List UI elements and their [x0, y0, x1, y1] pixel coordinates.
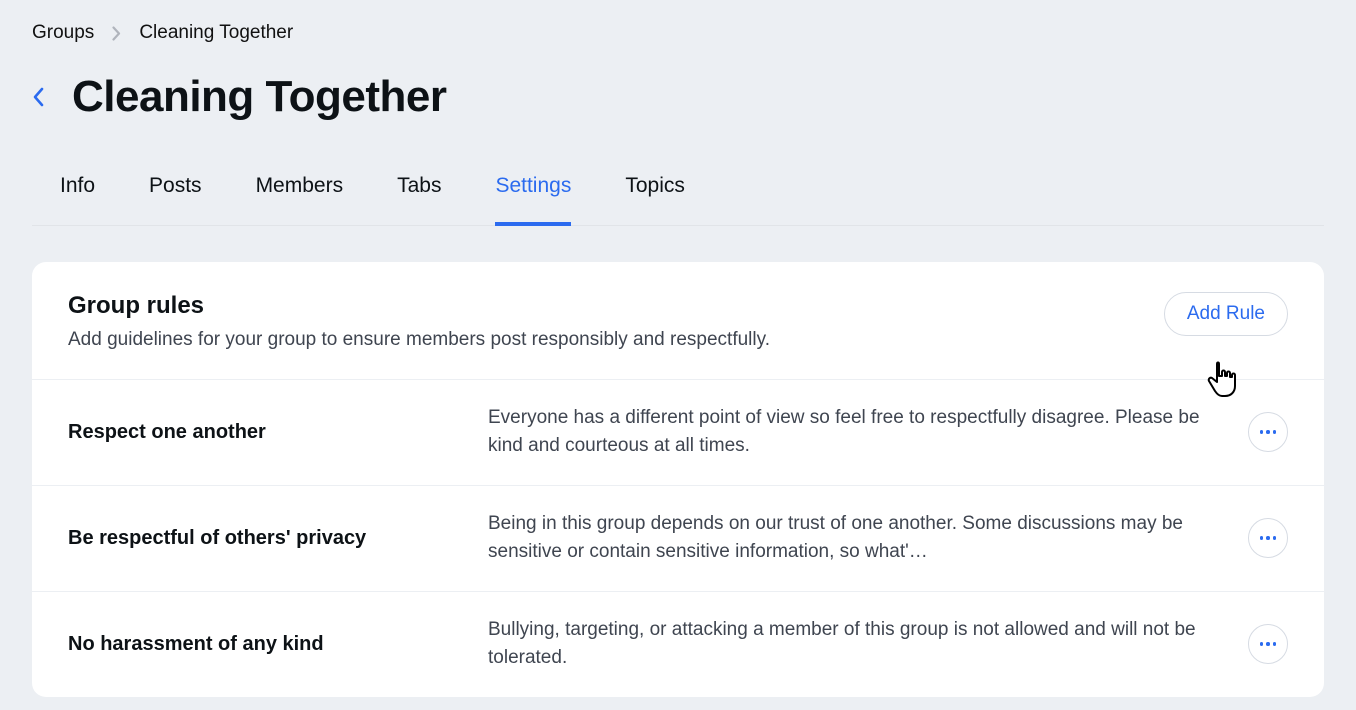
rule-description: Bullying, targeting, or attacking a memb… [488, 616, 1228, 673]
chevron-right-icon [112, 26, 121, 41]
breadcrumb-current: Cleaning Together [139, 22, 293, 44]
group-rules-card: Group rules Add guidelines for your grou… [32, 262, 1324, 697]
card-title: Group rules [68, 292, 1164, 320]
tab-info[interactable]: Info [60, 152, 95, 226]
add-rule-button[interactable]: Add Rule [1164, 292, 1288, 336]
rule-title: Be respectful of others' privacy [68, 527, 468, 550]
rule-description: Being in this group depends on our trust… [488, 510, 1228, 567]
back-chevron-icon[interactable] [32, 87, 44, 107]
rule-row: Be respectful of others' privacy Being i… [32, 485, 1324, 591]
tab-posts[interactable]: Posts [149, 152, 202, 226]
card-header: Group rules Add guidelines for your grou… [32, 262, 1324, 379]
page-title: Cleaning Together [72, 72, 446, 122]
rule-title: Respect one another [68, 421, 468, 444]
more-icon [1260, 642, 1277, 646]
rule-more-button[interactable] [1248, 412, 1288, 452]
rule-description: Everyone has a different point of view s… [488, 404, 1228, 461]
rule-row: No harassment of any kind Bullying, targ… [32, 591, 1324, 697]
tab-members[interactable]: Members [256, 152, 344, 226]
rule-row: Respect one another Everyone has a diffe… [32, 379, 1324, 485]
rule-more-button[interactable] [1248, 624, 1288, 664]
more-icon [1260, 536, 1277, 540]
breadcrumb-root[interactable]: Groups [32, 22, 94, 44]
breadcrumb: Groups Cleaning Together [0, 0, 1356, 54]
tab-tabs[interactable]: Tabs [397, 152, 441, 226]
rule-more-button[interactable] [1248, 518, 1288, 558]
tab-topics[interactable]: Topics [625, 152, 685, 226]
more-icon [1260, 430, 1277, 434]
tabs: Info Posts Members Tabs Settings Topics [32, 152, 1324, 226]
rule-title: No harassment of any kind [68, 633, 468, 656]
tab-settings[interactable]: Settings [495, 152, 571, 226]
title-row: Cleaning Together [0, 54, 1356, 152]
card-subtitle: Add guidelines for your group to ensure … [68, 326, 1164, 355]
